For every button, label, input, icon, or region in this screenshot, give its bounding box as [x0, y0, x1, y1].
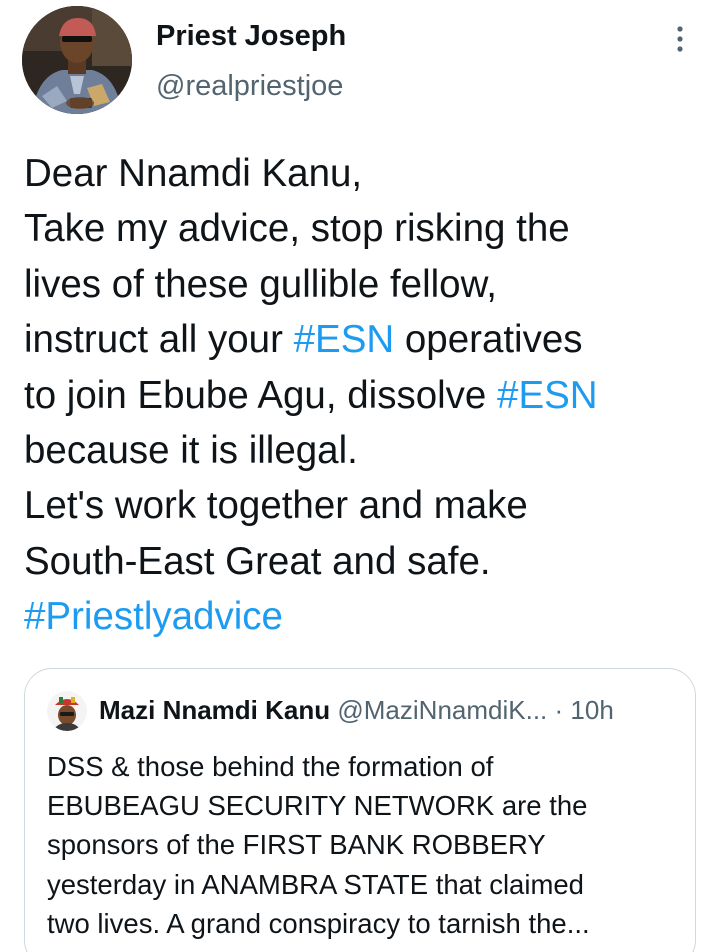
- hashtag-esn-link[interactable]: #ESN: [497, 374, 598, 417]
- tweet-text: Dear Nnamdi Kanu, Take my advice, stop r…: [24, 146, 704, 645]
- quoted-author-name[interactable]: Mazi Nnamdi Kanu: [99, 695, 330, 725]
- quoted-timestamp[interactable]: 10h: [570, 695, 613, 725]
- quoted-line: yesterday in ANAMBRA STATE that claimed: [47, 868, 584, 900]
- quoted-author-avatar-image: [47, 691, 87, 731]
- hashtag-priestlyadvice-link[interactable]: #Priestlyadvice: [24, 595, 283, 638]
- tweet-line: Dear Nnamdi Kanu,: [24, 152, 363, 195]
- author-avatar[interactable]: [22, 6, 132, 114]
- tweet-text-segment: operatives: [394, 318, 583, 362]
- tweet-text-segment: instruct all your: [24, 318, 294, 362]
- quoted-line: sponsors of the FIRST BANK ROBBERY: [47, 829, 546, 861]
- quoted-line: EBUBEAGU SECURITY NETWORK are the: [47, 790, 588, 822]
- tweet-line: because it is illegal.: [24, 428, 358, 472]
- quoted-tweet-card[interactable]: Mazi Nnamdi Kanu @MaziNnamdiK... · 10h D…: [24, 668, 696, 952]
- tweet-line: Let's work together and make: [24, 484, 528, 528]
- more-vertical-icon[interactable]: [668, 22, 692, 56]
- tweet-line: South-East Great and safe.: [24, 539, 491, 583]
- tweet-line: lives of these gullible fellow,: [24, 262, 497, 306]
- author-handle[interactable]: @realpriestjoe: [156, 70, 343, 103]
- quoted-author-handle[interactable]: @MaziNnamdiK...: [337, 695, 547, 725]
- quoted-tweet-header: Mazi Nnamdi Kanu @MaziNnamdiK... · 10h: [99, 695, 614, 726]
- tweet-line: #Priestlyadvice: [24, 589, 704, 644]
- quoted-author-avatar[interactable]: [47, 691, 87, 731]
- tweet-line: instruct all your #ESN operatives: [24, 312, 704, 367]
- tweet-line: Take my advice, stop risking the: [24, 207, 570, 251]
- quoted-tweet-text: DSS & those behind the formation of EBUB…: [47, 747, 687, 943]
- quoted-separator: ·: [554, 695, 564, 725]
- author-name[interactable]: Priest Joseph: [156, 20, 346, 53]
- quoted-line: two lives. A grand conspiracy to tarnish…: [47, 907, 590, 939]
- hashtag-esn-link[interactable]: #ESN: [294, 318, 395, 361]
- tweet-text-segment: to join Ebube Agu, dissolve: [24, 373, 498, 417]
- author-avatar-image: [22, 6, 132, 114]
- quoted-line: DSS & those behind the formation of: [47, 751, 494, 782]
- tweet-line: to join Ebube Agu, dissolve #ESN: [24, 368, 704, 423]
- tweet: Priest Joseph @realpriestjoe Dear Nnamdi…: [0, 0, 720, 952]
